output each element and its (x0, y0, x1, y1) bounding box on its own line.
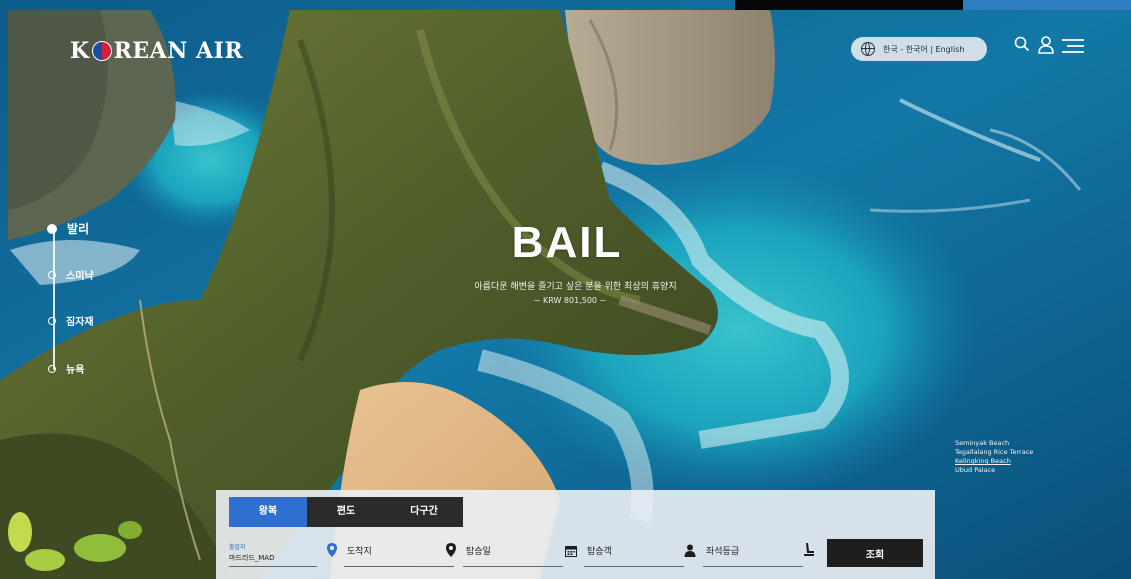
attractions-list: Seminyak Beach Tegallalang Rice Terrace … (955, 439, 1033, 475)
field-underline (463, 566, 563, 567)
person-icon (684, 544, 696, 557)
trip-type-tabs: 왕복 편도 다구간 (229, 497, 463, 527)
passengers-field[interactable]: 탑승객 (584, 538, 684, 568)
logo-wordmark: REAN AIR (113, 38, 244, 64)
passengers-label: 탑승객 (587, 547, 612, 557)
booking-fields: 출발지 마드리드_MAD 도착지 탑승일 탑승객 좌석등급 (229, 538, 923, 568)
location-pin-icon (327, 543, 337, 557)
language-selector-label: 한국 - 한국어 | English (883, 44, 965, 54)
departure-value: 마드리드_MAD (229, 554, 275, 562)
search-icon[interactable] (1014, 36, 1030, 52)
menu-icon[interactable] (1062, 38, 1084, 54)
attraction-item[interactable]: Seminyak Beach (955, 439, 1033, 448)
top-banner-blue-strip (963, 0, 1131, 10)
location-pin-icon (446, 543, 456, 557)
attraction-item[interactable]: Ubud Palace (955, 466, 1033, 475)
user-icon[interactable] (1038, 36, 1054, 54)
cabin-class-label: 좌석등급 (706, 547, 740, 557)
calendar-icon (565, 546, 577, 557)
side-nav-dot (48, 364, 56, 373)
field-underline (344, 566, 454, 567)
arrival-label: 도착지 (347, 547, 372, 557)
destination-title: BAIL (511, 218, 623, 267)
tab-round-trip[interactable]: 왕복 (229, 497, 307, 527)
date-field[interactable]: 탑승일 (463, 538, 563, 568)
seat-icon (804, 543, 814, 556)
tab-one-way[interactable]: 편도 (307, 497, 385, 527)
departure-field[interactable]: 출발지 마드리드_MAD (229, 538, 317, 568)
side-nav-label: 짐자재 (66, 317, 94, 328)
cabin-class-field[interactable]: 좌석등급 (703, 538, 803, 568)
attraction-item-current[interactable]: Kelingking Beach (955, 457, 1033, 466)
taeguk-logo-icon (91, 41, 112, 61)
side-nav-item-3[interactable]: 짐자재 (48, 313, 94, 328)
globe-icon (861, 42, 875, 56)
side-nav-item-newyork[interactable]: 뉴욕 (48, 361, 84, 376)
attraction-item[interactable]: Tegallalang Rice Terrace (955, 448, 1033, 457)
field-underline (703, 566, 803, 567)
departure-caption: 출발지 (229, 544, 246, 551)
destination-price: ~ KRW 801,500 ~ (533, 296, 607, 305)
search-flights-button[interactable]: 조회 (827, 539, 923, 567)
field-underline (229, 566, 317, 567)
side-nav-label: 뉴욕 (66, 365, 85, 376)
logo-letter-k: K (70, 38, 90, 64)
top-banner-dark-strip (735, 0, 963, 10)
destination-subtitle: 아름다운 해변을 즐기고 싶은 분을 위한 최상의 휴양지 (474, 282, 677, 292)
side-nav-dot (48, 316, 56, 325)
date-label: 탑승일 (466, 547, 491, 557)
side-nav-dot (48, 270, 56, 279)
arrival-field[interactable]: 도착지 (344, 538, 454, 568)
language-selector[interactable]: 한국 - 한국어 | English (851, 37, 987, 61)
korean-air-logo[interactable]: K REAN AIR (70, 38, 243, 64)
field-underline (584, 566, 684, 567)
tab-multi-city[interactable]: 다구간 (385, 497, 463, 527)
